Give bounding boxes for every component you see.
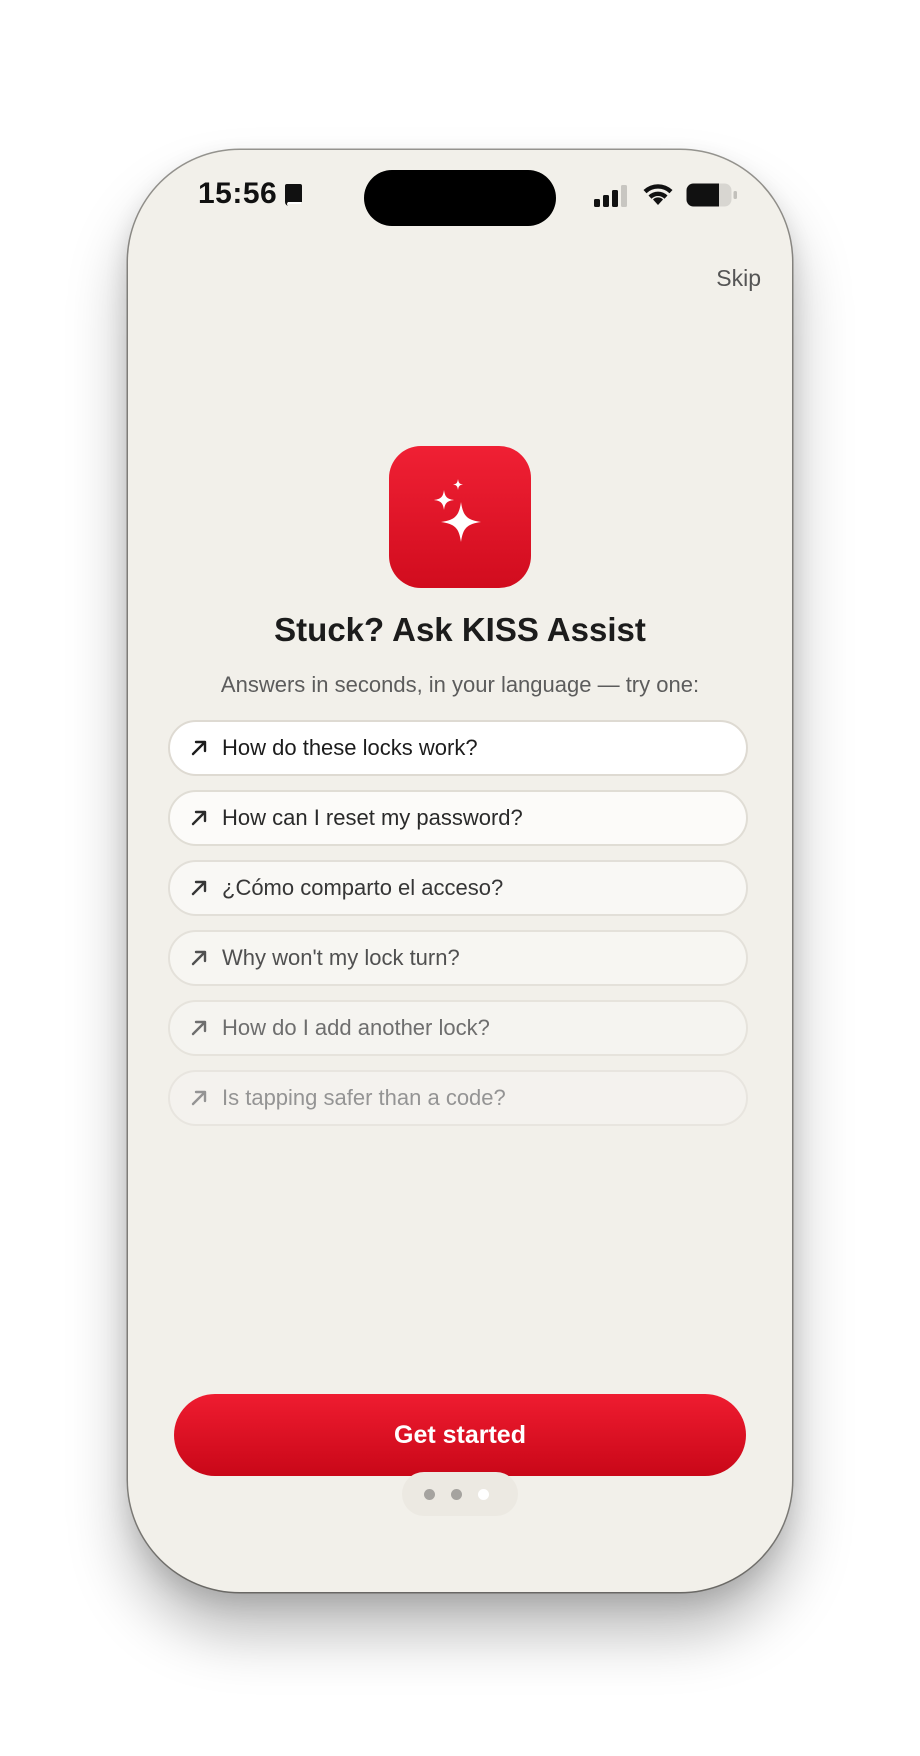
page-dot-active[interactable] xyxy=(478,1489,489,1500)
wifi-icon xyxy=(643,184,673,205)
page-dot[interactable] xyxy=(424,1489,435,1500)
status-time: 15:56 xyxy=(198,177,278,210)
skip-button[interactable]: Skip xyxy=(716,265,761,292)
suggestion-label: How do these locks work? xyxy=(222,735,478,760)
suggestion-chip[interactable]: Is tapping safer than a code? xyxy=(168,1070,748,1126)
page-title: Stuck? Ask KISS Assist xyxy=(274,611,646,648)
arrow-up-right-icon xyxy=(191,950,207,966)
suggestion-label: How do I add another lock? xyxy=(222,1015,490,1040)
arrow-up-right-icon xyxy=(191,810,207,826)
page-subtitle: Answers in seconds, in your language — t… xyxy=(220,672,700,697)
cellular-signal-icon xyxy=(594,185,627,207)
suggestion-label: How can I reset my password? xyxy=(222,805,523,830)
sparkles-icon xyxy=(389,446,531,588)
suggestion-chip[interactable]: ¿Cómo comparto el acceso? xyxy=(168,860,748,916)
book-icon xyxy=(285,184,302,206)
page-indicator xyxy=(402,1472,518,1516)
suggestion-chip[interactable]: How do I add another lock? xyxy=(168,1000,748,1056)
suggestion-chip[interactable]: How do these locks work? xyxy=(168,720,748,776)
arrow-up-right-icon xyxy=(191,1020,207,1036)
phone-screen: 15:56 Skip Stuck? Ask KISS Assist Answer… xyxy=(128,150,792,1592)
suggestion-chip[interactable]: Why won't my lock turn? xyxy=(168,930,748,986)
dynamic-island xyxy=(364,170,556,226)
arrow-up-right-icon xyxy=(191,880,207,896)
get-started-button[interactable]: Get started xyxy=(174,1394,746,1476)
arrow-up-right-icon xyxy=(191,1090,207,1106)
suggestion-label: Why won't my lock turn? xyxy=(222,945,460,970)
suggestion-chip[interactable]: How can I reset my password? xyxy=(168,790,748,846)
page-dot[interactable] xyxy=(451,1489,462,1500)
arrow-up-right-icon xyxy=(191,740,207,756)
battery-icon xyxy=(686,183,737,207)
suggestion-label: Is tapping safer than a code? xyxy=(222,1085,506,1110)
status-bar: 15:56 xyxy=(128,150,792,240)
suggestion-label: ¿Cómo comparto el acceso? xyxy=(222,875,504,900)
